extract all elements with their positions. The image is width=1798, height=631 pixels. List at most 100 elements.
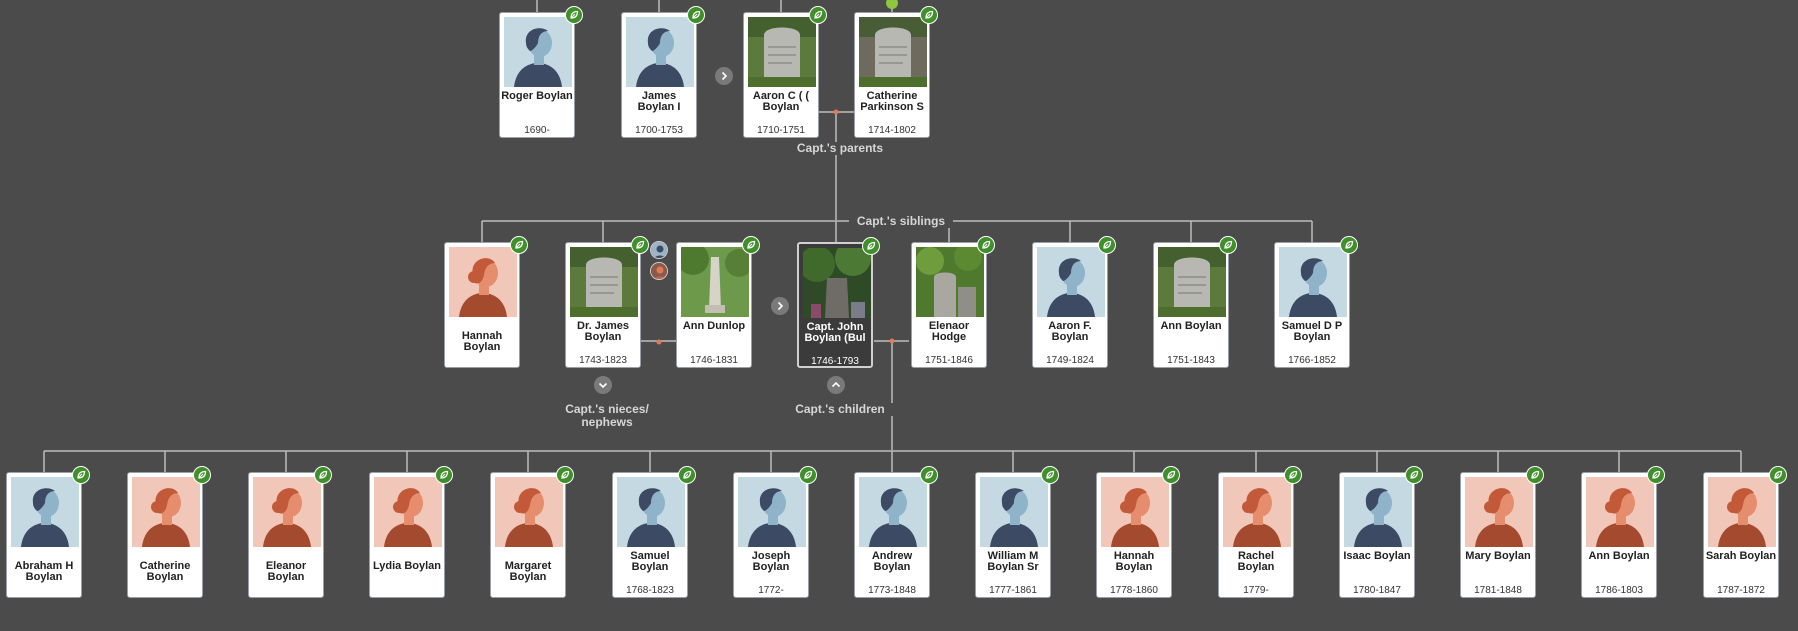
record-hint-badge[interactable] (1526, 466, 1544, 484)
leaf-hint-icon (77, 470, 86, 479)
record-hint-badge[interactable] (809, 6, 827, 24)
person-name: Ann Dunlop (682, 320, 746, 332)
expand-sibling-family-button[interactable] (771, 297, 789, 315)
spouse-thumbnail-male[interactable] (650, 241, 668, 259)
female-avatar (449, 247, 517, 317)
person-card[interactable]: James Boylan I 1700-1753 (621, 6, 705, 138)
person-card[interactable]: Ann Boylan 1786-1803 (1581, 466, 1665, 598)
male-avatar (617, 477, 685, 547)
person-lifespan: 1751-1843 (1167, 355, 1215, 366)
person-card[interactable]: Samuel Boylan 1768-1823 (612, 466, 696, 598)
person-name: Dr. James Boylan (577, 320, 629, 343)
couple-dot (833, 109, 839, 115)
record-hint-badge[interactable] (1284, 466, 1302, 484)
person-lifespan: 1779- (1243, 585, 1269, 596)
record-hint-badge[interactable] (920, 466, 938, 484)
person-card[interactable]: William M Boylan Sr 1777-1861 (975, 466, 1059, 598)
record-hint-badge[interactable] (1405, 466, 1423, 484)
person-card[interactable]: Margaret Boylan (490, 466, 574, 598)
person-card[interactable]: Hannah Boylan 1778-1860 (1096, 466, 1180, 598)
male-avatar (1279, 247, 1347, 317)
record-hint-badge[interactable] (631, 236, 649, 254)
person-name: James Boylan I (637, 90, 681, 113)
male-avatar (11, 477, 79, 547)
person-card[interactable]: Aaron C ( ( Boylan 1710-1751 (743, 6, 827, 138)
person-card[interactable]: Roger Boylan 1690- (499, 6, 583, 138)
leaf-hint-icon (440, 470, 449, 479)
person-card[interactable]: Rachel Boylan 1779- (1218, 466, 1302, 598)
person-card[interactable]: Catherine Boylan (127, 466, 211, 598)
person-card[interactable]: Dr. James Boylan 1743-1823 (565, 236, 649, 368)
person-name: William M Boylan Sr (987, 550, 1039, 573)
person-card[interactable]: Joseph Boylan 1772- (733, 466, 817, 598)
person-name: Catherine Boylan (139, 560, 191, 583)
leaf-hint-icon (747, 240, 756, 249)
siblings-label: Capt.'s siblings (849, 215, 953, 228)
male-avatar (626, 17, 694, 87)
person-lifespan: 1714-1802 (868, 125, 916, 136)
person-photo (916, 247, 984, 317)
record-hint-badge[interactable] (862, 237, 880, 255)
record-hint-badge[interactable] (435, 466, 453, 484)
record-hint-badge[interactable] (193, 466, 211, 484)
record-hint-badge[interactable] (314, 466, 332, 484)
leaf-hint-icon (814, 10, 823, 19)
person-name: Rachel Boylan (1237, 550, 1275, 573)
person-card[interactable]: Ann Boylan 1751-1843 (1153, 236, 1237, 368)
collapse-children-button[interactable] (827, 376, 845, 394)
person-card[interactable]: Lydia Boylan (369, 466, 453, 598)
female-avatar (1101, 477, 1169, 547)
focus-person-card[interactable]: Capt. John Boylan (Bul 1746-1793 (797, 237, 880, 368)
leaf-hint-icon (1652, 470, 1661, 479)
leaf-hint-icon (1410, 470, 1419, 479)
record-hint-badge[interactable] (742, 236, 760, 254)
person-name: Isaac Boylan (1343, 550, 1411, 562)
male-avatar (504, 17, 572, 87)
person-card[interactable]: Andrew Boylan 1773-1848 (854, 466, 938, 598)
person-card[interactable]: Catherine Parkinson S 1714-1802 (854, 6, 938, 138)
spouse-thumbnail-female[interactable] (650, 262, 668, 280)
record-hint-badge[interactable] (1340, 236, 1358, 254)
record-hint-badge[interactable] (1041, 466, 1059, 484)
person-name: Eleanor Boylan (265, 560, 307, 583)
person-lifespan: 1746-1831 (690, 355, 738, 366)
record-hint-badge[interactable] (1647, 466, 1665, 484)
record-hint-badge[interactable] (1098, 236, 1116, 254)
record-hint-badge[interactable] (1769, 466, 1787, 484)
person-card[interactable]: Sarah Boylan 1787-1872 (1703, 466, 1787, 598)
person-card[interactable]: Mary Boylan 1781-1848 (1460, 466, 1544, 598)
record-hint-badge[interactable] (687, 6, 705, 24)
person-lifespan: 1690- (524, 125, 550, 136)
person-card[interactable]: Isaac Boylan 1780-1847 (1339, 466, 1423, 598)
person-card[interactable]: Eleanor Boylan (248, 466, 332, 598)
person-photo (859, 17, 927, 87)
person-photo (681, 247, 749, 317)
record-hint-badge[interactable] (565, 6, 583, 24)
record-hint-badge[interactable] (510, 236, 528, 254)
person-card[interactable]: Aaron F. Boylan 1749-1824 (1032, 236, 1116, 368)
record-hint-badge[interactable] (72, 466, 90, 484)
person-name: Hannah Boylan (1113, 550, 1155, 573)
person-name: Samuel D P Boylan (1281, 320, 1343, 343)
leaf-hint-icon (867, 241, 876, 250)
record-hint-badge[interactable] (1162, 466, 1180, 484)
leaf-hint-icon (1531, 470, 1540, 479)
record-hint-badge[interactable] (799, 466, 817, 484)
expand-parent-ancestors-button[interactable] (715, 67, 733, 85)
person-card[interactable]: Hannah Boylan (444, 236, 528, 368)
record-hint-badge[interactable] (678, 466, 696, 484)
record-hint-badge[interactable] (920, 6, 938, 24)
record-hint-badge[interactable] (556, 466, 574, 484)
person-card[interactable]: Ann Dunlop 1746-1831 (676, 236, 760, 368)
leaf-hint-icon (925, 470, 934, 479)
person-card[interactable]: Abraham H Boylan (6, 466, 90, 598)
person-card[interactable]: Samuel D P Boylan 1766-1852 (1274, 236, 1358, 368)
leaf-hint-icon (570, 10, 579, 19)
record-hint-badge[interactable] (977, 236, 995, 254)
expand-nieces-nephews-button[interactable] (594, 376, 612, 394)
record-hint-badge[interactable] (1219, 236, 1237, 254)
person-name: Sarah Boylan (1705, 550, 1777, 562)
female-avatar (1465, 477, 1533, 547)
nieces-nephews-label: Capt.'s nieces/ nephews (553, 403, 661, 429)
person-card[interactable]: Elenaor Hodge 1751-1846 (911, 236, 995, 368)
